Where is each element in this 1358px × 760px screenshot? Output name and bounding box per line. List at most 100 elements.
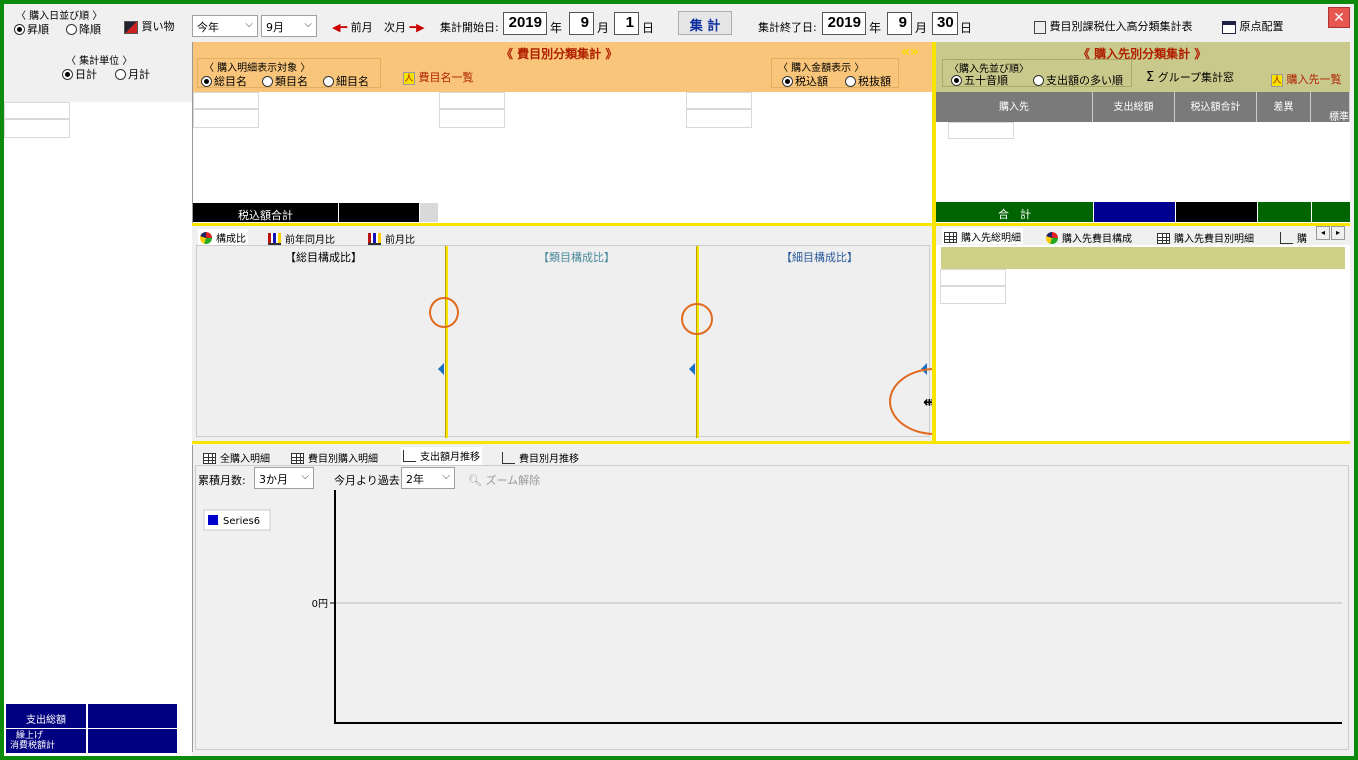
aggregate-button[interactable]: 集 計 — [678, 11, 732, 35]
start-year-field[interactable]: 2019 — [503, 12, 547, 35]
opt-class-label: 類目名 — [275, 75, 308, 88]
total-spend-label: 支出総額 — [6, 704, 86, 728]
shopping-button[interactable]: 買い物 — [124, 18, 175, 34]
start-day-field[interactable]: 1 — [614, 12, 639, 35]
category-footer-total: 税込額合計 — [193, 203, 338, 222]
tab-category-details[interactable]: 費目別購入明細 — [289, 449, 380, 465]
opt-class-radio[interactable]: 類目名 — [262, 73, 308, 89]
spend-order-radio[interactable]: 支出額の多い順 — [1033, 72, 1123, 88]
chart-title-total: 【総目構成比】 — [285, 251, 362, 264]
bottom-panel: 全購入明細 費目別購入明細 支出額月推移 費目別月推移 累積月数: 3か月 ⌵ 今… — [192, 445, 1350, 752]
close-icon: ✕ — [1333, 10, 1345, 26]
rounded-tax-label: 繰上げ 消費税額計 — [6, 729, 86, 753]
past-select[interactable]: 2年 ⌵ — [401, 467, 455, 489]
daily-radio[interactable]: 日計 — [62, 66, 97, 82]
ratio-chart-area: 【総目構成比】 【類目構成比】 【細目構成比】 — [196, 245, 930, 438]
chevron-down-icon: ⌵ — [301, 471, 309, 482]
tab-mom[interactable]: 前月比 — [366, 230, 417, 246]
tax-out-radio[interactable]: 税抜額 — [845, 73, 891, 89]
sort-desc-radio[interactable]: 降順 — [66, 21, 101, 37]
vendor-footer-tax — [1176, 202, 1257, 222]
end-month-field[interactable]: 9 — [887, 12, 912, 35]
table-icon — [1157, 233, 1170, 244]
highlight-circle — [681, 303, 713, 335]
runner-icon: 人 — [403, 72, 415, 85]
tab-scroll-left[interactable]: ◂ — [1316, 226, 1330, 240]
tab-vendor-details[interactable]: 購入先総明細 — [942, 228, 1023, 244]
category-cell — [193, 92, 259, 109]
category-splitter[interactable] — [192, 223, 932, 226]
tab-yoy[interactable]: 前年同月比 — [266, 230, 337, 246]
end-year-field[interactable]: 2019 — [822, 12, 866, 35]
tab-vendor-more-label: 購 — [1297, 234, 1307, 245]
pie-chart-icon — [200, 232, 212, 244]
chevron-down-icon: ⌵ — [442, 471, 450, 482]
tab-composition-label: 構成比 — [216, 234, 246, 245]
tab-category-trend[interactable]: 費目別月推移 — [500, 449, 581, 465]
total-spend-value — [87, 704, 177, 728]
legend-label: Series6 — [223, 516, 260, 527]
bar-chart-icon — [368, 233, 381, 245]
kana-order-radio[interactable]: 五十音順 — [951, 72, 1008, 88]
category-list-link[interactable]: 人 費目名一覧 — [403, 69, 474, 85]
next-month-button[interactable]: 次月 ━▶ — [384, 19, 425, 35]
opt-detail-radio[interactable]: 細目名 — [323, 73, 369, 89]
tab-monthly-trend[interactable]: 支出額月推移 — [401, 447, 482, 465]
document-icon — [1034, 20, 1046, 34]
start-month-unit: 月 — [597, 21, 610, 35]
col-tax-in-total[interactable]: 税込額合計 — [1175, 92, 1257, 122]
close-button[interactable]: ✕ — [1328, 7, 1350, 28]
tab-scroll-right[interactable]: ▸ — [1331, 226, 1345, 240]
period-select-value: 今年 — [197, 21, 219, 34]
start-year-unit: 年 — [550, 21, 563, 35]
line-chart-icon — [502, 452, 515, 464]
col-difference[interactable]: 差異 — [1257, 92, 1311, 122]
splitter-handle-icon[interactable] — [689, 363, 695, 375]
months-label: 累積月数: — [198, 474, 246, 487]
category-cell — [686, 92, 752, 109]
end-day-field[interactable]: 30 — [932, 12, 958, 35]
collapse-button[interactable]: «» — [901, 44, 919, 60]
ratio-tabs: 構成比 前年同月比 前月比 — [194, 228, 930, 246]
tab-vendor-category-details[interactable]: 購入先費目別明細 — [1155, 229, 1256, 245]
group-window-button[interactable]: Σ グループ集計窓 — [1146, 69, 1234, 85]
past-select-value: 2年 — [406, 473, 424, 486]
bottom-splitter[interactable] — [192, 441, 1350, 444]
start-day-unit: 日 — [642, 21, 655, 35]
opt-total-radio[interactable]: 総目名 — [201, 73, 247, 89]
sort-asc-label: 昇順 — [27, 23, 49, 36]
vendor-list-label: 購入先一覧 — [1286, 73, 1342, 86]
monthly-radio[interactable]: 月計 — [115, 66, 150, 82]
tab-vendor-composition[interactable]: 購入先費目構成 — [1044, 229, 1134, 245]
category-cell — [439, 92, 505, 109]
sort-order-group: 〈 購入日並び順 〉 昇順 降順 — [8, 7, 108, 37]
legend-swatch — [208, 515, 218, 525]
tab-vendor-more[interactable]: 購 — [1278, 229, 1309, 245]
chart-splitter-1[interactable] — [445, 246, 448, 438]
col-vendor[interactable]: 購入先 — [936, 92, 1093, 122]
zoom-reset-button[interactable]: 🔍︎ ズーム解除 — [468, 472, 540, 488]
rounded-label-line2: 消費税額計 — [10, 741, 56, 751]
tax-out-label: 税抜額 — [858, 75, 891, 88]
layout-button[interactable]: 原点配置 — [1222, 18, 1284, 34]
amount-display-group: 〈 購入金額表示 〉 税込額 税抜額 — [771, 58, 899, 88]
vendor-list-link[interactable]: 人 購入先一覧 — [1271, 71, 1342, 87]
tab-category-trend-label: 費目別月推移 — [519, 454, 579, 465]
month-select[interactable]: 9月 ⌵ — [261, 15, 317, 37]
tab-all-details[interactable]: 全購入明細 — [201, 449, 272, 465]
period-select[interactable]: 今年 ⌵ — [192, 15, 258, 37]
report-button[interactable]: 費目別課税仕入高分類集計表 — [1034, 18, 1193, 34]
months-select[interactable]: 3か月 ⌵ — [254, 467, 314, 489]
category-footer-gap — [420, 203, 438, 222]
start-month-field[interactable]: 9 — [569, 12, 594, 35]
tax-in-radio[interactable]: 税込額 — [782, 73, 828, 89]
col-standard[interactable]: 標準 — [1311, 92, 1350, 123]
chart-splitter-2[interactable] — [696, 246, 699, 438]
calendar-cell — [4, 119, 70, 138]
tab-composition[interactable]: 構成比 — [198, 229, 248, 245]
sort-asc-radio[interactable]: 昇順 — [14, 21, 49, 37]
chevron-down-icon: ⌵ — [304, 19, 312, 30]
prev-month-button[interactable]: ◀━ 前月 — [332, 19, 373, 35]
col-total-spend[interactable]: 支出総額 — [1093, 92, 1175, 122]
splitter-handle-icon[interactable] — [438, 363, 444, 375]
